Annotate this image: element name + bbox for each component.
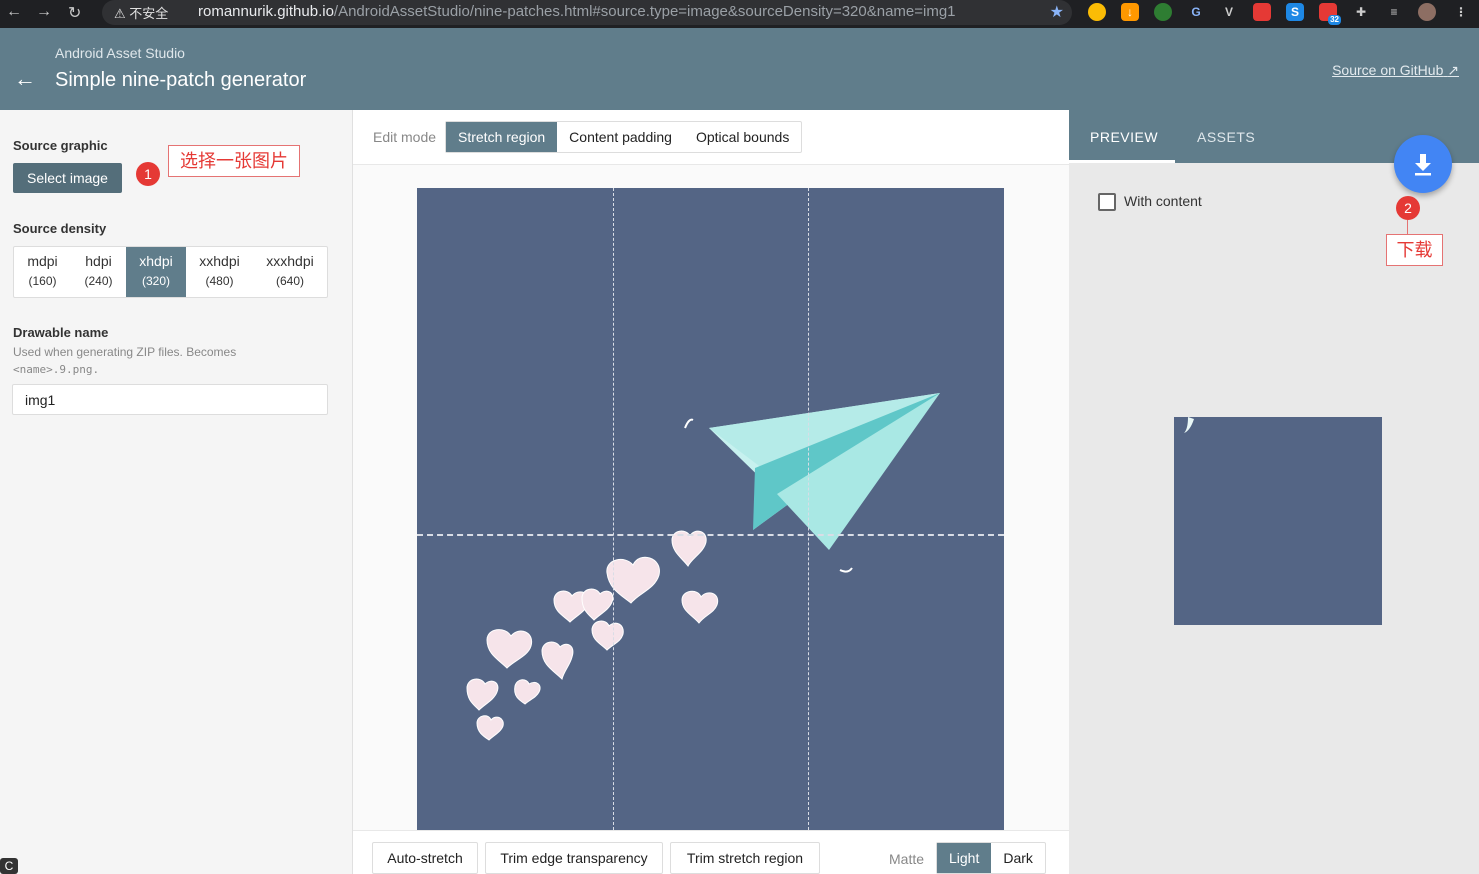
- back-arrow-icon[interactable]: ←: [14, 66, 36, 92]
- density-selector: mdpi (160) hdpi (240) xhdpi (320) xxhdpi (48…: [13, 246, 328, 298]
- settings-sidebar: Source graphic Select image 1 选择一张图片 Sou…: [0, 110, 353, 874]
- forward-icon[interactable]: →: [36, 3, 52, 21]
- reload-icon[interactable]: ↻: [68, 3, 81, 23]
- app-subtitle: Android Asset Studio: [55, 45, 185, 61]
- google-g-icon[interactable]: G: [1187, 3, 1205, 21]
- mode-content-padding[interactable]: Content padding: [557, 122, 684, 152]
- matte-dark[interactable]: Dark: [991, 843, 1045, 873]
- address-bar[interactable]: ⚠ 不安全 romannurik.github.io/AndroidAssetS…: [102, 0, 1072, 25]
- density-hdpi[interactable]: hdpi (240): [71, 247, 126, 297]
- browser-toolbar: ← → ↻ ⚠ 不安全 romannurik.github.io/Android…: [0, 0, 1479, 28]
- url-text[interactable]: romannurik.github.io/AndroidAssetStudio/…: [198, 3, 956, 20]
- menu-kebab-icon[interactable]: ⋮: [1452, 3, 1470, 21]
- source-density-label: Source density: [13, 221, 107, 236]
- chrome-extension-icon[interactable]: [1088, 3, 1106, 21]
- annotation-connector: [1407, 220, 1408, 234]
- annotation-marker-1: 1: [136, 162, 160, 186]
- edit-mode-toolbar: Edit mode Stretch region Content padding…: [353, 110, 1069, 165]
- tab-assets[interactable]: ASSETS: [1197, 129, 1255, 145]
- auto-stretch-button[interactable]: Auto-stretch: [372, 842, 478, 874]
- download-extension-icon[interactable]: ↓: [1121, 3, 1139, 21]
- edit-mode-tabs: Stretch region Content padding Optical b…: [445, 121, 803, 153]
- nine-patch-preview: [1174, 417, 1382, 625]
- preview-image: [1184, 417, 1194, 433]
- with-content-label[interactable]: With content: [1124, 193, 1202, 209]
- help-line-2: <name>.9.png.: [13, 363, 100, 376]
- external-link-icon: ↗: [1447, 62, 1459, 78]
- evernote-icon[interactable]: [1154, 3, 1172, 21]
- annotation-callout-1: 选择一张图片: [168, 145, 300, 177]
- active-tab-indicator: [1069, 160, 1175, 163]
- download-icon: [1415, 154, 1431, 176]
- stretch-guide-left[interactable]: [613, 188, 614, 830]
- trim-stretch-region-button[interactable]: Trim stretch region: [670, 842, 820, 874]
- density-mdpi[interactable]: mdpi (160): [14, 247, 71, 297]
- profile-avatar[interactable]: [1418, 3, 1436, 21]
- trim-edge-transparency-button[interactable]: Trim edge transparency: [485, 842, 663, 874]
- matte-toggle: Light Dark: [936, 842, 1046, 874]
- density-xxxhdpi[interactable]: xxxhdpi (640): [253, 247, 327, 297]
- drawable-name-help: Used when generating ZIP files. Becomes …: [13, 344, 236, 378]
- with-content-checkbox[interactable]: [1098, 193, 1116, 211]
- stretch-guide-horizontal[interactable]: [417, 534, 1004, 536]
- drawable-name-label: Drawable name: [13, 325, 109, 340]
- help-line-1: Used when generating ZIP files. Becomes: [13, 345, 237, 359]
- mode-optical-bounds[interactable]: Optical bounds: [684, 122, 801, 152]
- screenshot-extension-icon[interactable]: [1253, 3, 1271, 21]
- annotation-callout-2: 下载: [1386, 234, 1443, 266]
- tab-preview[interactable]: PREVIEW: [1090, 129, 1158, 145]
- drawable-name-input[interactable]: img1: [12, 384, 328, 415]
- editor-actions-bar: Auto-stretch Trim edge transparency Trim…: [353, 830, 1069, 874]
- back-icon[interactable]: ←: [6, 3, 22, 21]
- security-warning[interactable]: ⚠ 不安全: [114, 3, 168, 22]
- s-extension-icon[interactable]: S: [1286, 3, 1304, 21]
- bookmark-star-icon[interactable]: ★: [1050, 2, 1064, 22]
- matte-label: Matte: [889, 851, 925, 867]
- density-xxhdpi[interactable]: xxhdpi (480): [186, 247, 253, 297]
- c-extension-icon[interactable]: 32: [1319, 3, 1341, 25]
- nine-patch-canvas[interactable]: [417, 188, 1004, 830]
- source-graphic-label: Source graphic: [13, 138, 108, 153]
- puzzle-extensions-icon[interactable]: ✚: [1352, 3, 1370, 21]
- vue-devtools-icon[interactable]: V: [1220, 3, 1238, 21]
- download-button[interactable]: [1394, 135, 1452, 193]
- preview-panel: PREVIEW ASSETS 2 下载 With content: [1069, 110, 1479, 874]
- extension-badge: 32: [1328, 15, 1341, 25]
- select-image-button[interactable]: Select image: [13, 163, 122, 193]
- stretch-guide-right[interactable]: [808, 188, 809, 830]
- app-header: ← Android Asset Studio Simple nine-patch…: [0, 28, 1479, 110]
- reading-list-icon[interactable]: ≡: [1385, 3, 1403, 21]
- annotation-marker-2: 2: [1396, 196, 1420, 220]
- matte-light[interactable]: Light: [937, 843, 992, 873]
- edit-mode-label: Edit mode: [373, 129, 437, 145]
- editor-area: Edit mode Stretch region Content padding…: [353, 110, 1069, 874]
- github-link[interactable]: Source on GitHub ↗: [1332, 62, 1459, 79]
- corner-c-icon[interactable]: C: [0, 858, 18, 874]
- page-title: Simple nine-patch generator: [55, 69, 307, 91]
- paper-plane-illustration: [466, 393, 940, 741]
- density-xhdpi[interactable]: xhdpi (320): [126, 247, 186, 297]
- mode-stretch-region[interactable]: Stretch region: [446, 122, 558, 152]
